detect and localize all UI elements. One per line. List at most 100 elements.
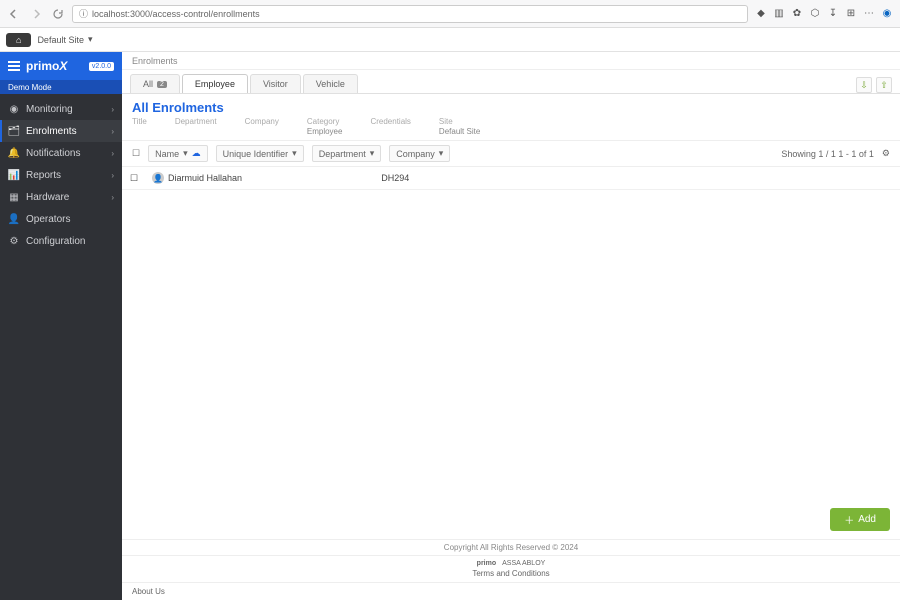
meta-label: Category: [307, 117, 343, 126]
version-badge: v2.0.0: [89, 62, 114, 71]
meta-label: Title: [132, 117, 147, 126]
main-area: Enrolments All 2 Employee Visitor Vehicle ⇩ …: [122, 52, 900, 600]
sidebar-item-label: Hardware: [26, 192, 69, 203]
sidebar-item-enrolments[interactable]: 🗂Enrolments›: [0, 120, 122, 142]
chevron-right-icon: ›: [111, 171, 114, 180]
chevron-down-icon: ▾: [439, 148, 444, 159]
import-button[interactable]: ⇩: [856, 77, 872, 93]
tab-strip: All 2 Employee Visitor Vehicle ⇩ ⇧: [122, 70, 900, 94]
meta-label: Department: [175, 117, 217, 126]
row-dept-cell: [550, 167, 725, 189]
meta-value: Default Site: [439, 127, 480, 136]
home-icon: ⌂: [16, 35, 21, 45]
tab-vehicle[interactable]: Vehicle: [303, 74, 358, 93]
meta-label: Company: [245, 117, 279, 126]
browser-ext-icon[interactable]: ◆: [754, 7, 768, 21]
hamburger-icon[interactable]: [8, 61, 20, 71]
browser-ext-icon[interactable]: ↧: [826, 7, 840, 21]
tab-employee[interactable]: Employee: [182, 74, 248, 93]
meta-value: Employee: [307, 127, 343, 136]
sidebar-item-label: Reports: [26, 170, 61, 181]
tabstrip-tools: ⇩ ⇧: [856, 77, 900, 93]
grid-settings-icon[interactable]: ⚙: [882, 148, 890, 159]
browser-refresh-icon[interactable]: [50, 6, 66, 22]
avatar-icon: 👤: [152, 172, 164, 184]
comp-column-dd[interactable]: Company ▾: [389, 145, 450, 162]
tab-count-badge: 2: [157, 81, 167, 88]
monitor-icon: ◉: [8, 103, 20, 115]
table-row[interactable]: ☐👤Diarmuid HallahanDH294: [122, 167, 900, 190]
meta-department: Department: [175, 117, 217, 136]
footer-logo-primo: primo: [477, 560, 496, 567]
browser-forward-icon[interactable]: [28, 6, 44, 22]
dept-column-dd[interactable]: Department ▾: [312, 145, 382, 162]
footer-about[interactable]: About Us: [122, 582, 900, 600]
browser-ext-icon[interactable]: ⬡: [808, 7, 822, 21]
export-button[interactable]: ⇧: [876, 77, 892, 93]
chip-icon: ▦: [8, 191, 20, 203]
name-column-dd[interactable]: Name ▾ ☁: [148, 145, 208, 162]
chevron-down-icon: ▾: [292, 148, 297, 159]
browser-toolbar-icons: ◆ ▥ ✿ ⬡ ↧ ⊞ ⋯ ◉: [754, 7, 894, 21]
sidebar-item-label: Operators: [26, 214, 70, 225]
footer-logos: primo ASSA ABLOY Terms and Conditions: [122, 555, 900, 582]
meta-label: Site: [439, 117, 480, 126]
row-name: Diarmuid Hallahan: [168, 173, 242, 183]
add-button[interactable]: ＋ Add: [830, 508, 890, 531]
tab-all[interactable]: All 2: [130, 74, 180, 93]
enrol-icon: 🗂: [8, 125, 20, 137]
add-button-label: Add: [858, 514, 876, 525]
brand-name: primoX: [26, 59, 67, 73]
browser-ext-icon[interactable]: ✿: [790, 7, 804, 21]
row-name-cell: 👤 Diarmuid Hallahan: [146, 167, 375, 189]
bell-icon: 🔔: [8, 147, 20, 159]
sidebar-item-monitoring[interactable]: ◉Monitoring›: [0, 98, 122, 120]
chevron-right-icon: ›: [111, 105, 114, 114]
cloud-sync-icon: ☁: [192, 148, 201, 159]
lock-icon: ⓘ: [79, 7, 88, 20]
tab-label: Visitor: [263, 79, 288, 89]
row-comp-cell: [725, 167, 900, 189]
url-text: localhost:3000/access-control/enrollment…: [92, 9, 260, 19]
app-topbar: ⌂ Default Site ▾: [0, 28, 900, 52]
tab-label: Vehicle: [316, 79, 345, 89]
paging-info: Showing 1 / 1 1 - 1 of 1: [781, 149, 874, 159]
browser-ext-icon[interactable]: ⋯: [862, 7, 876, 21]
browser-profile-icon[interactable]: ◉: [880, 7, 894, 21]
sidebar-item-operators[interactable]: 👤Operators: [0, 208, 122, 230]
sidebar-item-hardware[interactable]: ▦Hardware›: [0, 186, 122, 208]
tab-visitor[interactable]: Visitor: [250, 74, 301, 93]
meta-company: Company: [245, 117, 279, 136]
meta-summary: Title Department Company CategoryEmployee Cr…: [122, 117, 900, 140]
demo-mode-badge: Demo Mode: [0, 80, 122, 94]
sidebar-item-label: Notifications: [26, 148, 80, 159]
browser-back-icon[interactable]: [6, 6, 22, 22]
footer-terms-link[interactable]: Terms and Conditions: [472, 569, 549, 578]
content-panel: All Enrolments TitleDepartmentCompanyCat…: [122, 94, 900, 600]
chevron-right-icon: ›: [111, 149, 114, 158]
gear-icon: ⚙: [8, 235, 20, 247]
tab-label: All: [143, 79, 153, 89]
chevron-down-icon: ▾: [183, 148, 188, 159]
report-icon: 📊: [8, 169, 20, 181]
sidebar-item-label: Configuration: [26, 236, 85, 247]
breadcrumb: Enrolments: [122, 52, 900, 70]
row-checkbox[interactable]: ☐: [122, 167, 146, 189]
plus-icon: ＋: [844, 512, 854, 527]
sidebar: primoX v2.0.0 Demo Mode ◉Monitoring›🗂Enr…: [0, 52, 122, 600]
sidebar-item-notifications[interactable]: 🔔 Notifications ›: [0, 142, 122, 164]
meta-title: Title: [132, 117, 147, 136]
sidebar-item-reports[interactable]: 📊 Reports ›: [0, 164, 122, 186]
data-grid: ☐👤Diarmuid HallahanDH294: [122, 167, 900, 190]
site-selector[interactable]: Default Site ▾: [37, 34, 92, 45]
home-button[interactable]: ⌂: [6, 33, 31, 47]
tab-label: Employee: [195, 79, 235, 89]
sidebar-item-configuration[interactable]: ⚙ Configuration: [0, 230, 122, 252]
browser-ext-icon[interactable]: ⊞: [844, 7, 858, 21]
checkbox-header-icon[interactable]: ☐: [132, 148, 140, 159]
browser-ext-icon[interactable]: ▥: [772, 7, 786, 21]
browser-url-bar[interactable]: ⓘ localhost:3000/access-control/enrollme…: [72, 5, 748, 23]
meta-credentials: Credentials: [370, 117, 410, 136]
uid-column-dd[interactable]: Unique Identifier ▾: [216, 145, 304, 162]
brand-row: primoX v2.0.0: [0, 52, 122, 80]
